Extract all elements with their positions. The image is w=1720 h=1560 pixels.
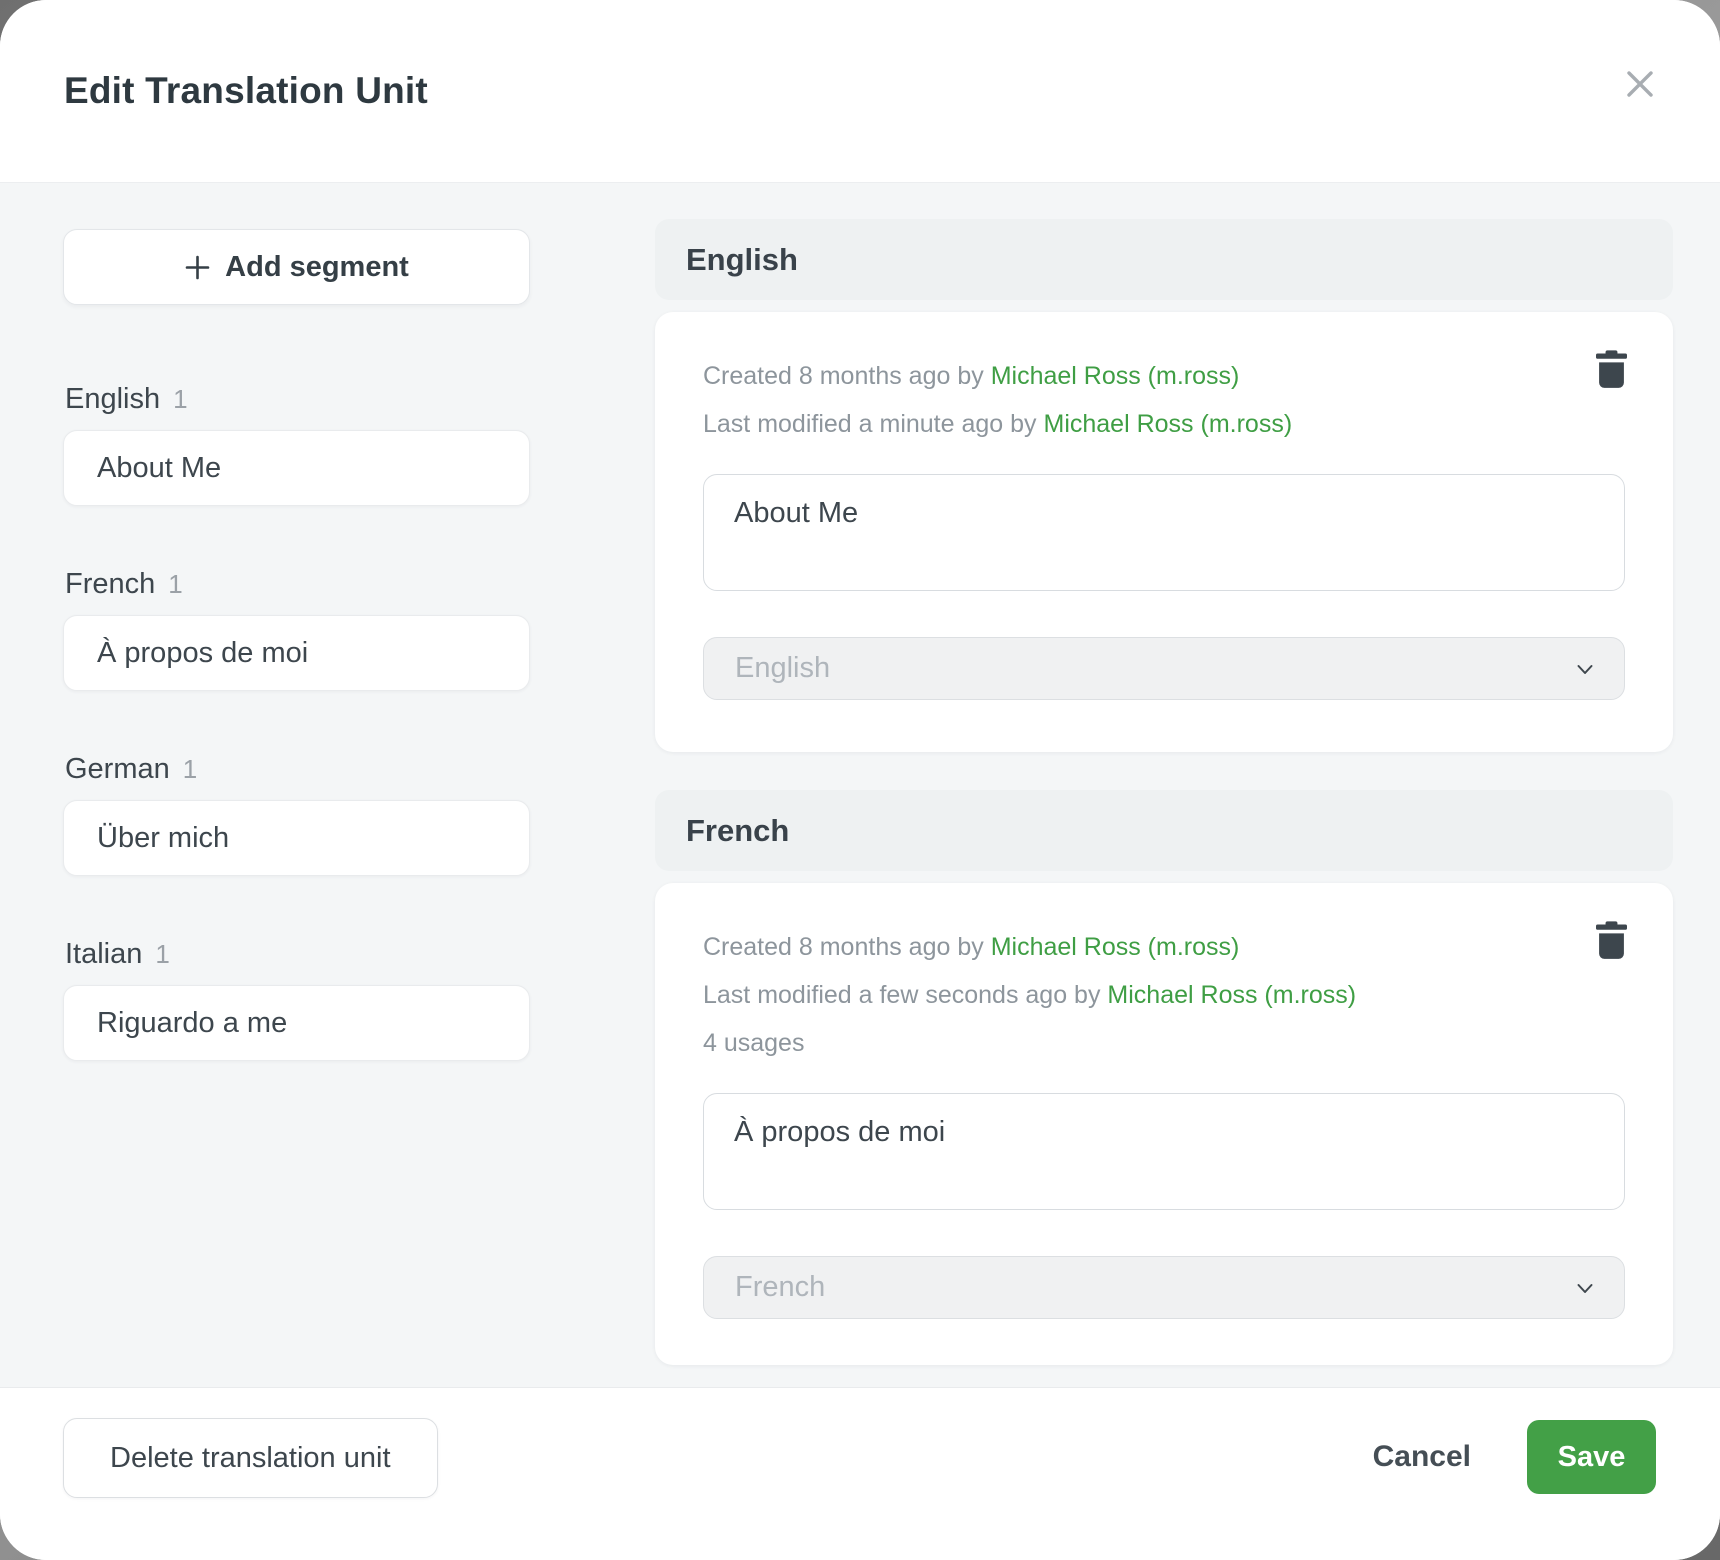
segments-sidebar: Add segment English 1 About Me French 1 …: [63, 183, 533, 1387]
dialog-footer: Delete translation unit Cancel Save: [0, 1387, 1720, 1560]
segment-card-english[interactable]: About Me: [63, 430, 530, 506]
dialog-header: Edit Translation Unit: [0, 0, 1720, 183]
language-select[interactable]: French: [703, 1256, 1625, 1319]
segment-count: 1: [155, 939, 169, 970]
modified-meta: Last modified a few seconds ago by Micha…: [703, 971, 1625, 1019]
modified-by-user: Michael Ross (m.ross): [1107, 981, 1356, 1009]
close-button[interactable]: [1616, 60, 1664, 108]
segment-text-input[interactable]: À propos de moi: [703, 1093, 1625, 1210]
save-button[interactable]: Save: [1527, 1420, 1656, 1494]
edit-translation-unit-dialog: Edit Translation Unit Add segment E: [0, 0, 1720, 1560]
chevron-down-icon: [1572, 1275, 1598, 1301]
segment-language-label: Italian 1: [65, 938, 533, 971]
panel-header-french: French: [655, 790, 1673, 871]
created-meta: Created 8 months ago by Michael Ross (m.…: [703, 923, 1625, 971]
chevron-down-icon: [1572, 656, 1598, 682]
panel-card-french: Created 8 months ago by Michael Ross (m.…: [655, 883, 1673, 1365]
panel-gap: [655, 752, 1673, 790]
usages-count: 4 usages: [703, 1019, 1625, 1067]
segment-language-label: German 1: [65, 753, 533, 786]
add-segment-button[interactable]: Add segment: [63, 229, 530, 305]
segment-count: 1: [173, 384, 187, 415]
delete-segment-button[interactable]: [1591, 921, 1631, 965]
modified-by-user: Michael Ross (m.ross): [1044, 410, 1293, 438]
segment-count: 1: [183, 754, 197, 785]
footer-actions: Cancel Save: [1373, 1418, 1656, 1496]
language-select-value: English: [735, 652, 830, 685]
segment-language-label: English 1: [65, 383, 533, 416]
trash-icon: [1596, 350, 1627, 389]
dialog-body: Add segment English 1 About Me French 1 …: [0, 183, 1720, 1387]
segment-count: 1: [168, 569, 182, 600]
segment-card-italian[interactable]: Riguardo a me: [63, 985, 530, 1061]
created-by-user: Michael Ross (m.ross): [991, 933, 1240, 961]
segment-card-french[interactable]: À propos de moi: [63, 615, 530, 691]
dialog-title: Edit Translation Unit: [64, 70, 428, 112]
panel-header-english: English: [655, 219, 1673, 300]
segment-card-german[interactable]: Über mich: [63, 800, 530, 876]
delete-translation-unit-button[interactable]: Delete translation unit: [63, 1418, 438, 1498]
add-segment-label: Add segment: [225, 251, 409, 284]
segment-editor-panels: English Created 8 mo: [655, 183, 1673, 1387]
language-select-value: French: [735, 1271, 825, 1304]
close-icon: [1620, 64, 1660, 104]
segment-text-input[interactable]: About Me: [703, 474, 1625, 591]
panel-card-english: Created 8 months ago by Michael Ross (m.…: [655, 312, 1673, 752]
delete-segment-button[interactable]: [1591, 350, 1631, 394]
trash-icon: [1596, 921, 1627, 960]
plus-icon: [184, 254, 211, 281]
modified-meta: Last modified a minute ago by Michael Ro…: [703, 400, 1625, 448]
segment-language-label: French 1: [65, 568, 533, 601]
created-by-user: Michael Ross (m.ross): [991, 362, 1240, 390]
created-meta: Created 8 months ago by Michael Ross (m.…: [703, 352, 1625, 400]
cancel-button[interactable]: Cancel: [1373, 1440, 1471, 1474]
language-select[interactable]: English: [703, 637, 1625, 700]
